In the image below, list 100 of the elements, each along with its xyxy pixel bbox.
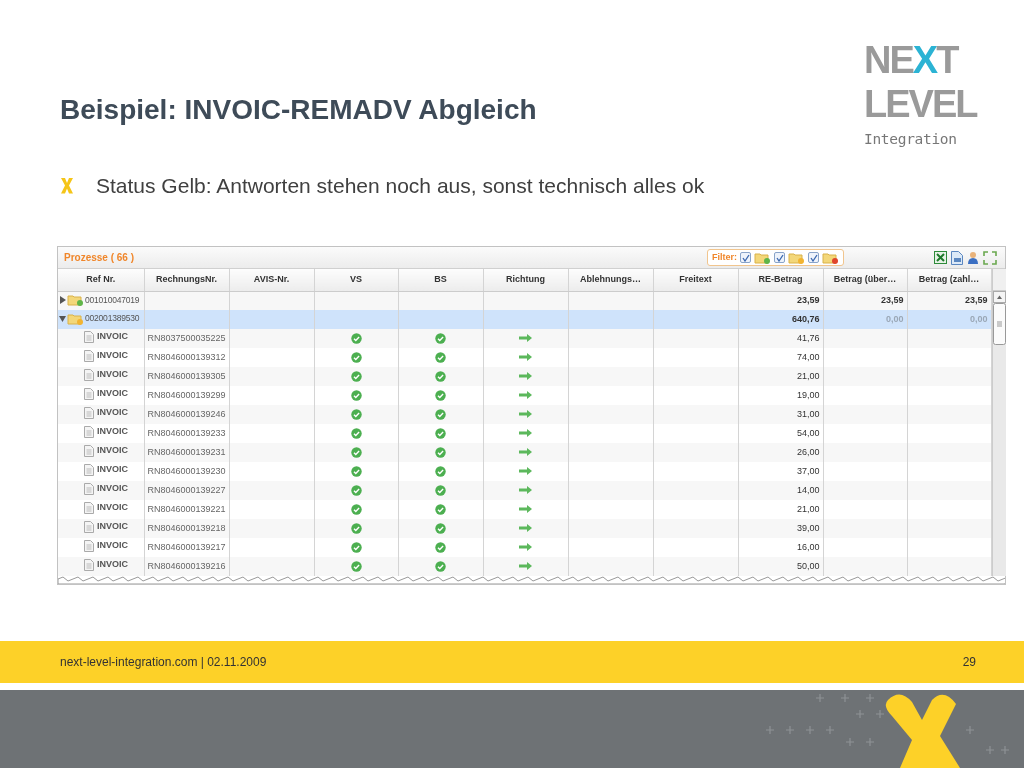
column-header[interactable]: Ablehnungs…	[568, 269, 653, 291]
amount-text: 74,00	[796, 351, 820, 362]
filter-checkbox[interactable]	[808, 252, 819, 263]
invoice-number: RN8046000139216	[147, 560, 226, 571]
column-header[interactable]: RE-Betrag	[738, 269, 823, 291]
document-icon	[84, 444, 94, 457]
amount-text: 23,59	[880, 295, 904, 305]
amount-text: 14,00	[796, 484, 820, 495]
table-row[interactable]: INVOIC RN8046000139305 21,00	[58, 367, 991, 386]
column-header[interactable]: Richtung	[483, 269, 568, 291]
amount-text: 0,00	[885, 313, 904, 324]
invoice-number: RN8046000139312	[147, 351, 226, 362]
user-icon[interactable]	[967, 251, 979, 264]
document-type: INVOIC	[97, 557, 128, 571]
slide-title: Beispiel: INVOIC-REMADV Abgleich	[60, 93, 537, 127]
table-row[interactable]: INVOIC RN8046000139227 14,00	[58, 481, 991, 500]
column-header[interactable]: Betrag (über…	[823, 269, 907, 291]
amount-text: 37,00	[796, 465, 820, 476]
amount-text: 23,59	[796, 295, 820, 305]
column-header[interactable]: Freitext	[653, 269, 738, 291]
logo-subtitle: Integration	[864, 132, 958, 147]
document-icon	[84, 349, 94, 362]
document-type: INVOIC	[97, 538, 128, 552]
table-row[interactable]: INVOIC RN8046000139216 50,00	[58, 557, 991, 576]
bullet-icon	[60, 177, 74, 195]
document-type: INVOIC	[97, 462, 128, 476]
table-row[interactable]: INVOIC RN8046000139246 31,00	[58, 405, 991, 424]
document-type: INVOIC	[97, 367, 128, 381]
invoice-number: RN8046000139227	[147, 484, 226, 495]
document-type: INVOIC	[97, 405, 128, 419]
ref-number: 002001389530	[85, 312, 140, 326]
document-icon	[84, 558, 94, 571]
footer-text: next-level-integration.com | 02.11.2009	[60, 654, 267, 671]
document-type: INVOIC	[97, 519, 128, 533]
document-icon	[84, 368, 94, 381]
amount-text: 50,00	[796, 560, 820, 571]
amount-text: 0,00	[969, 313, 988, 324]
amount-text: 26,00	[796, 446, 820, 457]
filter-label: Filter:	[712, 250, 737, 264]
amount-text: 41,76	[796, 332, 820, 343]
table-row[interactable]: INVOIC RN8046000139218 39,00	[58, 519, 991, 538]
folder-icon	[754, 251, 771, 264]
invoice-number: RN8046000139305	[147, 370, 226, 381]
document-icon	[84, 330, 94, 343]
document-icon	[84, 425, 94, 438]
folder-icon	[67, 312, 84, 325]
document-icon	[84, 406, 94, 419]
document-icon	[84, 463, 94, 476]
page-number: 29	[962, 654, 976, 671]
logo-text: LEVEL	[864, 82, 977, 126]
logo-text: NEXT	[864, 38, 958, 82]
column-header[interactable]: VS	[314, 269, 398, 291]
document-type: INVOIC	[97, 386, 128, 400]
column-header[interactable]: Ref Nr.	[58, 269, 144, 291]
document-icon	[84, 387, 94, 400]
filter-checkbox[interactable]	[740, 252, 751, 263]
invoice-number: RN8046000139221	[147, 503, 226, 514]
ref-number: 001010047019	[85, 293, 140, 307]
folder-icon	[67, 294, 84, 307]
document-type: INVOIC	[97, 348, 128, 362]
table-row[interactable]: INVOIC RN8046000139231 26,00	[58, 443, 991, 462]
amount-text: 21,00	[796, 503, 820, 514]
invoice-number: RN8037500035225	[147, 332, 226, 343]
amount-text: 31,00	[796, 408, 820, 419]
document-type: INVOIC	[97, 329, 128, 343]
table-row[interactable]: 002001389530 640,76 0,00 0,00	[58, 310, 991, 329]
document-icon	[84, 539, 94, 552]
document-icon	[84, 501, 94, 514]
amount-text: 640,76	[791, 313, 820, 324]
folder-icon	[822, 251, 839, 264]
spreadsheet-icon[interactable]	[934, 251, 947, 264]
amount-text: 39,00	[796, 522, 820, 533]
scroll-up-icon[interactable]	[992, 291, 1006, 303]
amount-text: 19,00	[796, 389, 820, 400]
amount-text: 16,00	[796, 541, 820, 552]
scroll-thumb[interactable]	[992, 303, 1006, 345]
document-icon[interactable]	[951, 250, 963, 265]
column-header[interactable]: RechnungsNr.	[144, 269, 229, 291]
invoice-number: RN8046000139233	[147, 427, 226, 438]
column-header[interactable]: Betrag (zahl…	[907, 269, 991, 291]
folder-icon	[788, 251, 805, 264]
column-header[interactable]: BS	[398, 269, 483, 291]
invoice-number: RN8046000139246	[147, 408, 226, 419]
amount-text: 54,00	[796, 427, 820, 438]
amount-text: 21,00	[796, 370, 820, 381]
panel-title: Prozesse ( 66 )	[64, 251, 135, 265]
invoice-number: RN8046000139218	[147, 522, 226, 533]
invoice-number: RN8046000139217	[147, 541, 226, 552]
invoice-number: RN8046000139230	[147, 465, 226, 476]
invoice-number: RN8046000139299	[147, 389, 226, 400]
column-header[interactable]: AVIS-Nr.	[229, 269, 314, 291]
filter-checkbox[interactable]	[774, 252, 785, 263]
document-icon	[84, 482, 94, 495]
document-type: INVOIC	[97, 424, 128, 438]
table-row[interactable]: INVOIC RN8037500035225 41,76	[58, 329, 991, 348]
invoice-number: RN8046000139231	[147, 446, 226, 457]
document-icon	[84, 520, 94, 533]
amount-text: 23,59	[964, 295, 988, 305]
bullet-text: Status Gelb: Antworten stehen noch aus, sonst technisch alles ok	[96, 173, 705, 199]
document-type: INVOIC	[97, 481, 128, 495]
